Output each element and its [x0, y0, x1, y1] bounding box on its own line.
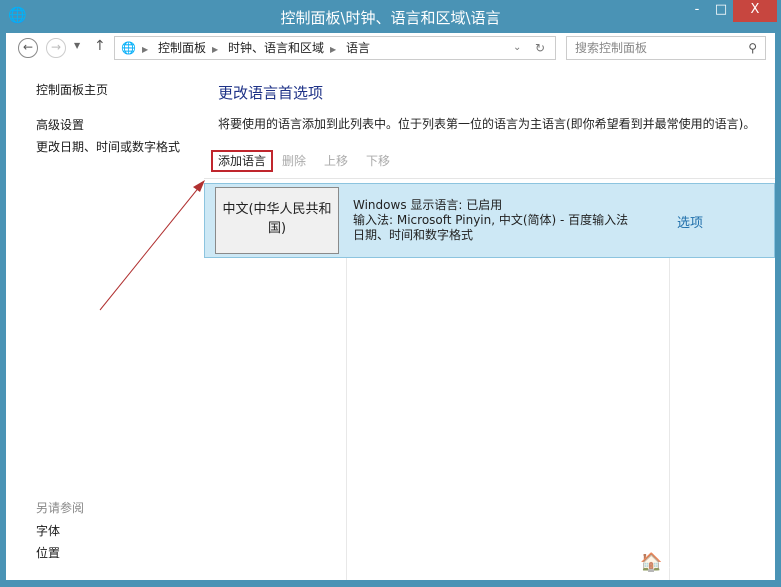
watermark-logo: 🏠 系统之家	[640, 552, 741, 573]
annotation-arrow	[99, 180, 205, 311]
